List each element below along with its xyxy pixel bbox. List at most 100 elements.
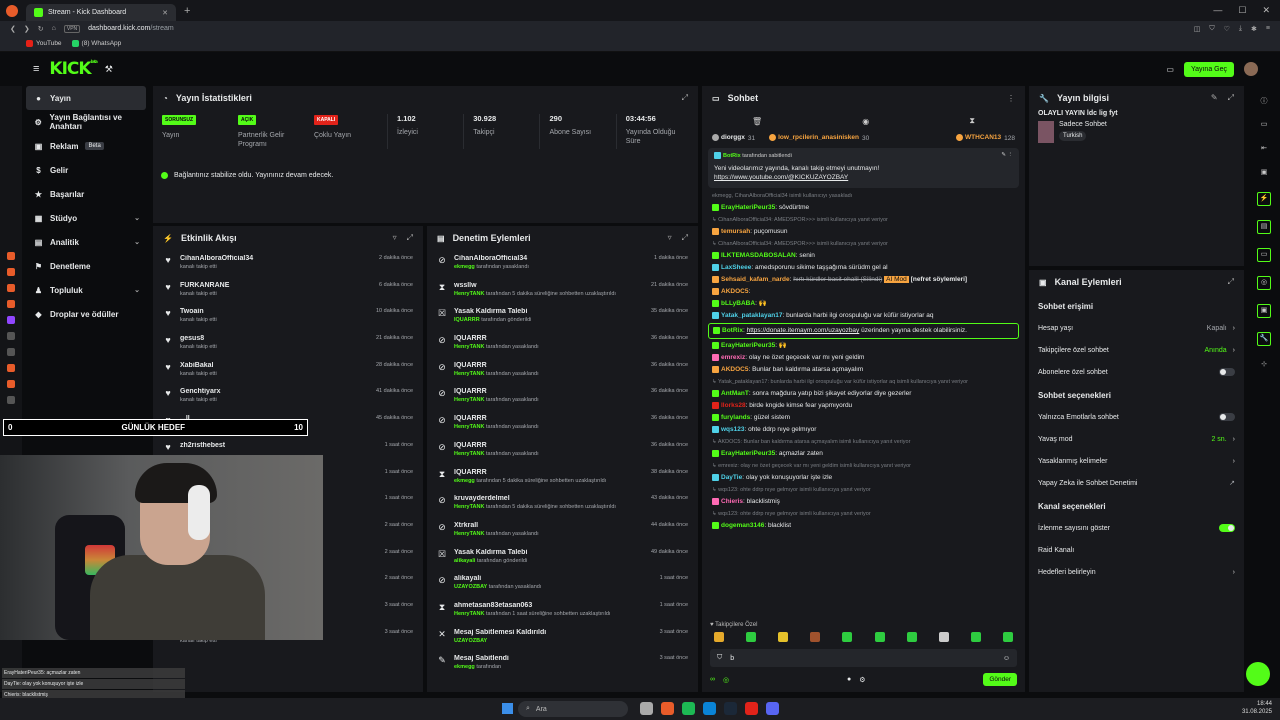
wrench-icon[interactable]: 🔧 [1257, 332, 1271, 346]
chat-username[interactable]: Yatak_pataklayan17 [721, 312, 782, 319]
mod-target[interactable]: ahmetasan83etasan063 [454, 602, 653, 609]
expand-icon[interactable]: ⤢ [682, 93, 688, 103]
emote-1[interactable] [714, 632, 724, 642]
chat-username[interactable]: ErayHateriPeur35 [721, 204, 775, 211]
go-live-button[interactable]: Yayına Geç [1183, 61, 1234, 77]
chat-username[interactable]: BotRix [722, 327, 743, 334]
setting-control[interactable]: › [1233, 458, 1235, 465]
home-icon[interactable]: ⌂ [52, 25, 56, 32]
chat-username[interactable]: Sehsaid_kafam_narde [721, 276, 790, 283]
mod-actor[interactable]: HenryTANK [454, 611, 484, 617]
feed-user[interactable]: gesus8 [180, 335, 369, 342]
sidebar-item-droplar-ve-d-ller[interactable]: ◆ Droplar ve ödüller [22, 302, 150, 326]
minimize-icon[interactable]: — [1213, 5, 1222, 16]
sidebar-item-gelir[interactable]: $ Gelir [22, 158, 150, 182]
heart-icon[interactable]: ♡ [1224, 25, 1230, 33]
setting-control[interactable]: 2 sn. › [1211, 436, 1235, 443]
user-avatar[interactable] [1244, 62, 1258, 76]
edit-icon[interactable]: ✎ [1211, 93, 1218, 103]
top-chatter[interactable]: low_rpcilerin_anasinisken 30 [769, 134, 869, 142]
chat-input[interactable]: ⛉ b ☺ [710, 649, 1017, 667]
setting-i-zlenme-say-s-n-g-ster[interactable]: İzlenme sayısını göster [1029, 517, 1244, 539]
setting-hedefleri-belirleyin[interactable]: Hedefleri belirleyin › [1029, 561, 1244, 583]
feed-user[interactable]: Twoain [180, 308, 369, 315]
mod-target[interactable]: Mesaj Sabitlemesi Kaldırıldı [454, 629, 653, 636]
mod-target[interactable]: IQUARRR [454, 415, 644, 422]
setting-control[interactable]: Kapalı › [1207, 325, 1235, 332]
emote-6[interactable] [874, 632, 885, 642]
expand-icon[interactable]: ⤢ [407, 233, 413, 243]
chat-username[interactable]: ErayHateriPeur35 [721, 450, 775, 457]
sidebar-item-yay-n[interactable]: ● Yayın [26, 86, 146, 110]
new-tab-button[interactable]: + [184, 5, 190, 17]
hamburger-icon[interactable]: ≡ [33, 63, 39, 75]
pin-icon[interactable]: ✎ ⋮ [1001, 152, 1013, 158]
top-chatter[interactable]: diorggx 31 [712, 134, 755, 142]
rail-icon-4[interactable] [7, 300, 15, 308]
rail-icon-9[interactable] [7, 380, 15, 388]
pinned-link[interactable]: https://www.youtube.com/@KICKUZAYOZBAY [714, 174, 848, 181]
feed-user[interactable]: zh2risthebest [180, 442, 378, 449]
info-icon[interactable]: ⓘ [1259, 96, 1269, 106]
setting-control[interactable] [1219, 368, 1235, 376]
chat-bubble-icon[interactable]: ● [847, 676, 851, 683]
filter-icon[interactable]: ▿ [668, 233, 672, 243]
prediction-icon[interactable]: ◎ [723, 676, 729, 684]
chat-icon[interactable]: ▭ [1257, 248, 1271, 262]
mod-actor[interactable]: HenryTANK [454, 451, 484, 457]
chat-username[interactable]: furylands [721, 414, 750, 421]
chat-username[interactable]: dogeman3146 [721, 522, 764, 529]
send-button[interactable]: Gönder [983, 673, 1017, 686]
url-field[interactable]: dashboard.kick.com/stream [88, 25, 174, 32]
mod-actor[interactable]: HenryTANK [454, 371, 484, 377]
mod-actor[interactable]: HenryTANK [454, 344, 484, 350]
setting-control[interactable] [1219, 413, 1235, 421]
layout-icon[interactable]: ▭ [1259, 120, 1269, 130]
sidebar-item-topluluk[interactable]: ♟ Topluluk ⌄ [22, 278, 150, 302]
x-icon[interactable] [7, 332, 15, 340]
emote-8[interactable] [938, 632, 949, 642]
feed-user[interactable]: FURKANRANE [180, 282, 372, 289]
settings-icon[interactable] [7, 396, 15, 404]
chat-username[interactable]: ErayHateriPeur35 [721, 342, 775, 349]
setting-control[interactable]: ↗ [1229, 479, 1235, 487]
chat-username[interactable]: AKDOC5 [721, 288, 748, 295]
mod-actor[interactable]: UZAYOZBAY [454, 638, 487, 644]
mod-actor[interactable]: ekmegg [454, 664, 475, 670]
mod-target[interactable]: kruvayderdelmel [454, 495, 644, 502]
emoji-icon[interactable]: ☺ [1003, 655, 1010, 662]
mod-target[interactable]: Yasak Kaldırma Talebi [454, 549, 644, 556]
opera-icon[interactable] [661, 702, 674, 715]
shield-icon[interactable]: ⛉ [1209, 25, 1214, 33]
emote-4[interactable] [810, 632, 821, 642]
expand-icon[interactable]: ⤢ [1228, 277, 1234, 287]
sidebar-item-reklam[interactable]: ▣ Reklam Beta [22, 134, 150, 158]
rail-icon-7[interactable] [7, 348, 15, 356]
mod-target[interactable]: Yasak Kaldırma Talebi [454, 308, 644, 315]
mod-target[interactable]: alikayali [454, 575, 653, 582]
chat-link[interactable]: https://donate.itemaym.com/uzayozbay [747, 327, 860, 334]
maximize-icon[interactable]: ☐ [1238, 5, 1246, 16]
hourglass-icon[interactable]: ⧗ [969, 116, 975, 126]
rail-icon-8[interactable] [7, 364, 15, 372]
setting-yapay-zeka-ile-sohbet-denetimi[interactable]: Yapay Zeka ile Sohbet Denetimi ↗ [1029, 472, 1244, 494]
task-view-icon[interactable] [640, 702, 653, 715]
mod-actor[interactable]: ekmegg [454, 478, 475, 484]
sidebar-item-ba-ar-lar[interactable]: ★ Başarılar [22, 182, 150, 206]
mod-target[interactable]: IQUARRR [454, 442, 644, 449]
setting-takip-ilere-zel-sohbet[interactable]: Takipçilere özel sohbet Anında › [1029, 339, 1244, 361]
windows-start-icon[interactable] [502, 703, 513, 714]
mod-target[interactable]: IQUARRR [454, 362, 644, 369]
target-icon[interactable]: ◎ [1257, 276, 1271, 290]
mod-actor[interactable]: alikayali [454, 558, 475, 564]
top-chatter[interactable]: WTHCAN13 128 [956, 134, 1015, 142]
emote-3[interactable] [778, 632, 789, 642]
setting-abonelere-zel-sohbet[interactable]: Abonelere özel sohbet [1029, 361, 1244, 383]
reload-icon[interactable]: ↻ [38, 25, 44, 33]
spotify-icon[interactable] [682, 702, 695, 715]
menu-icon[interactable]: ≡ [1266, 25, 1270, 33]
steam-icon[interactable] [724, 702, 737, 715]
help-chat-button[interactable] [1246, 662, 1270, 686]
chat-username[interactable]: bLLyBABA [721, 300, 755, 307]
setting-control[interactable]: › [1233, 569, 1235, 576]
